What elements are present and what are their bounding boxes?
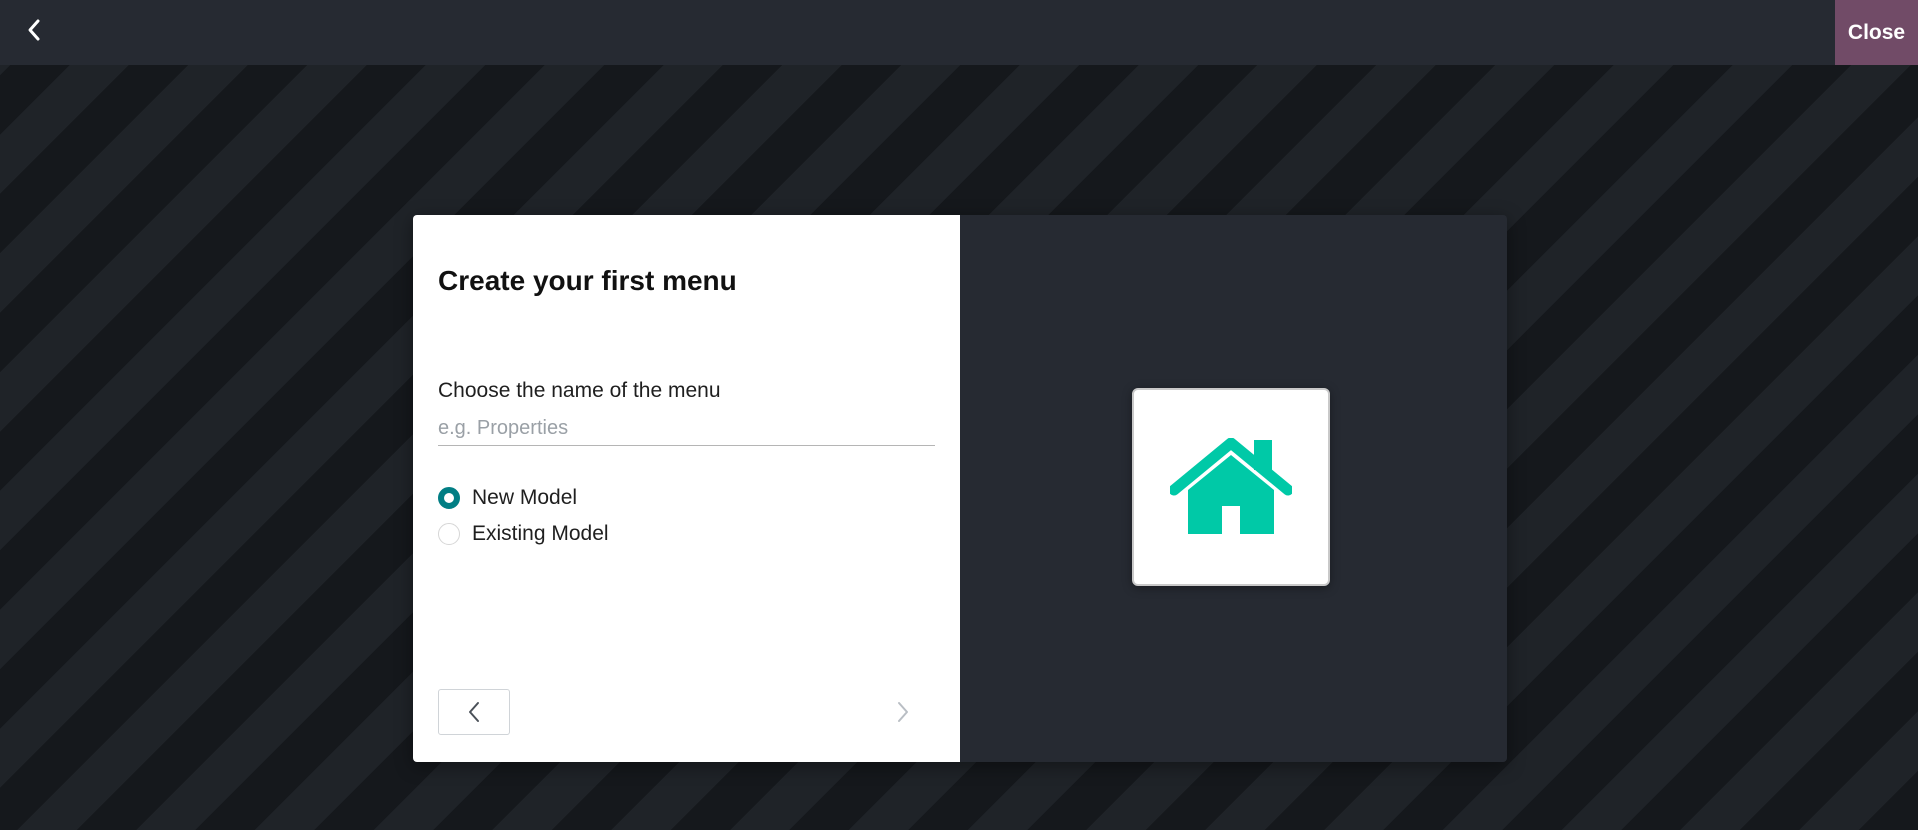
next-button[interactable]: [883, 689, 923, 735]
create-menu-dialog: Create your first menu Choose the name o…: [413, 215, 1507, 762]
top-bar: Close: [0, 0, 1918, 65]
previous-button[interactable]: [438, 689, 510, 735]
radio-new-model[interactable]: New Model: [438, 486, 577, 510]
radio-label-new-model: New Model: [472, 486, 578, 509]
chevron-left-icon: [28, 19, 40, 41]
back-button[interactable]: [14, 10, 54, 50]
radio-existing-model[interactable]: Existing Model: [438, 522, 609, 546]
menu-icon-preview[interactable]: [1132, 388, 1330, 586]
radio-checked-icon[interactable]: [438, 487, 460, 509]
house-icon: [1170, 438, 1292, 534]
close-button[interactable]: Close: [1835, 0, 1918, 65]
chevron-right-icon: [898, 702, 908, 722]
menu-name-input[interactable]: [438, 411, 935, 446]
radio-unchecked-icon[interactable]: [438, 523, 460, 545]
radio-label-existing-model: Existing Model: [472, 522, 609, 545]
menu-name-label: Choose the name of the menu: [438, 379, 721, 402]
dialog-title: Create your first menu: [438, 265, 737, 296]
chevron-left-icon: [469, 702, 479, 722]
form-panel: Create your first menu Choose the name o…: [413, 215, 960, 762]
preview-panel: [960, 215, 1507, 762]
